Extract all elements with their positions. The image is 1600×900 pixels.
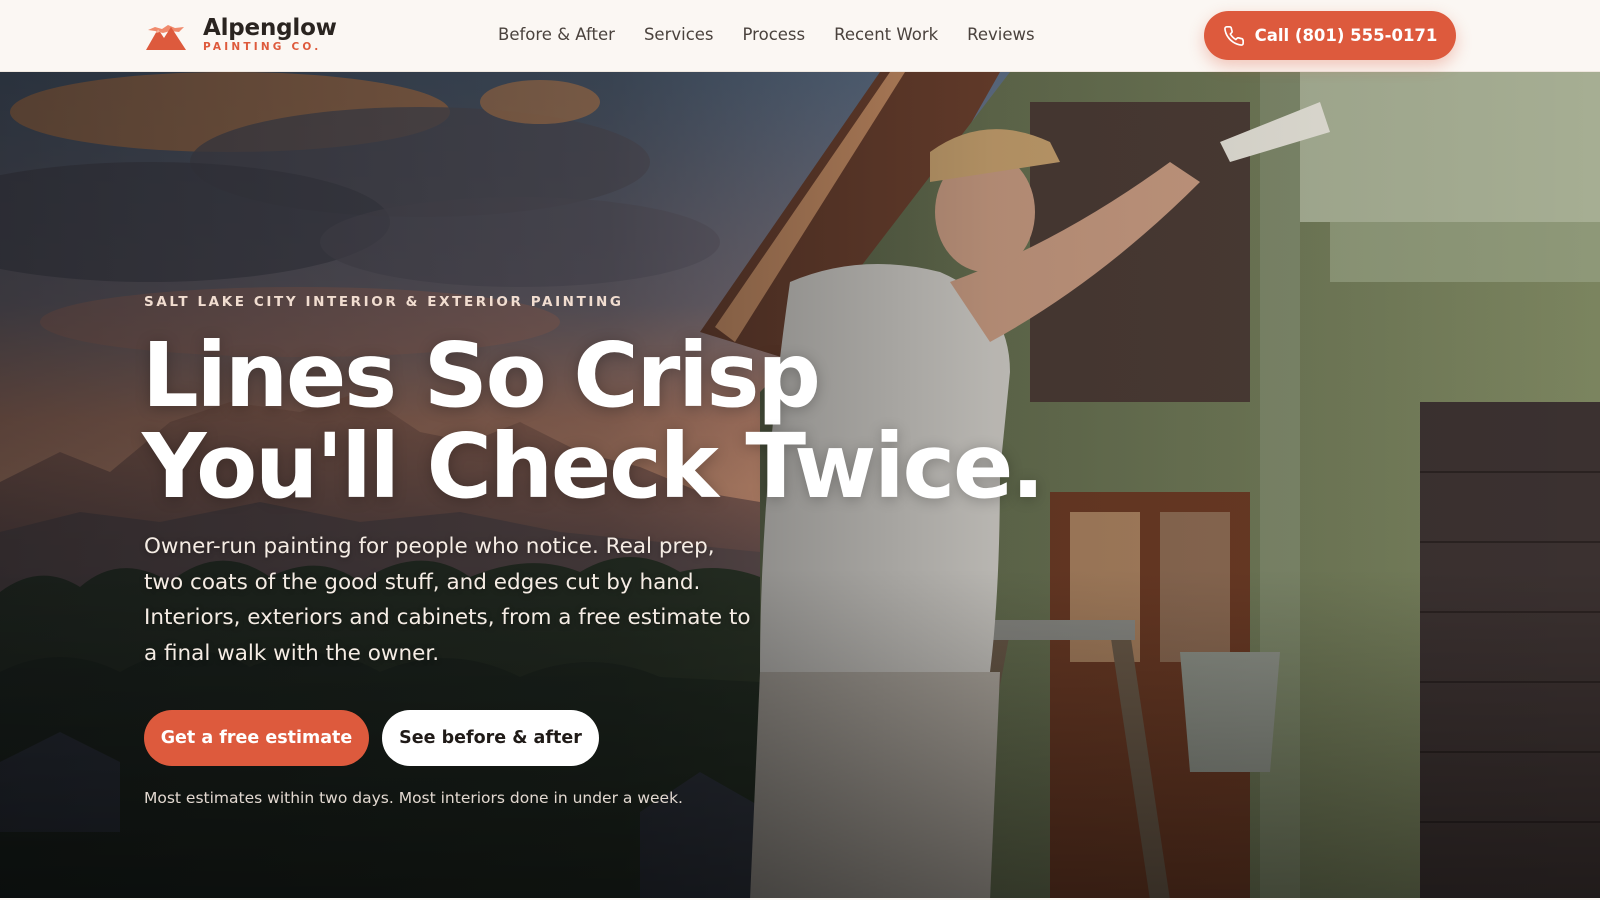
hero-intro: Owner-run painting for people who notice…: [144, 534, 751, 666]
hero-headline-line-1: Lines So Crisp: [142, 323, 821, 427]
mountain-icon: [146, 24, 186, 50]
nav-link-services[interactable]: Services: [644, 24, 714, 46]
nav-link-reviews[interactable]: Reviews: [967, 24, 1034, 46]
site-header: Alpenglow PAINTING CO. Before & After Se…: [0, 0, 1600, 72]
brand-name: Alpenglow: [203, 15, 337, 41]
call-button-label: Call (801) 555-0171: [1254, 26, 1438, 45]
hero-headline-line-2: You'll Check Twice.: [142, 414, 1045, 518]
hero-headline: Lines So Crisp You'll Check Twice.: [142, 323, 1045, 518]
nav-link-before-after[interactable]: Before & After: [498, 24, 615, 46]
call-button[interactable]: Call (801) 555-0171: [1204, 11, 1456, 60]
brand-text: Alpenglow PAINTING CO.: [203, 15, 337, 54]
hero-footnote: Most estimates within two days. Most int…: [144, 789, 683, 807]
nav-link-process[interactable]: Process: [743, 24, 806, 46]
main-nav: Before & After Services Process Recent W…: [498, 24, 1035, 46]
hero-content: SALT LAKE CITY INTERIOR & EXTERIOR PAINT…: [142, 72, 1045, 900]
phone-icon: [1223, 25, 1244, 46]
nav-link-recent-work[interactable]: Recent Work: [834, 24, 938, 46]
see-before-after-button[interactable]: See before & after: [382, 710, 599, 766]
get-estimate-button[interactable]: Get a free estimate: [144, 710, 369, 766]
brand-logo-link[interactable]: Alpenglow PAINTING CO.: [146, 15, 337, 54]
brand-tagline: PAINTING CO.: [203, 41, 322, 53]
hero-section: SALT LAKE CITY INTERIOR & EXTERIOR PAINT…: [0, 72, 1600, 900]
hero-eyebrow: SALT LAKE CITY INTERIOR & EXTERIOR PAINT…: [144, 294, 624, 310]
